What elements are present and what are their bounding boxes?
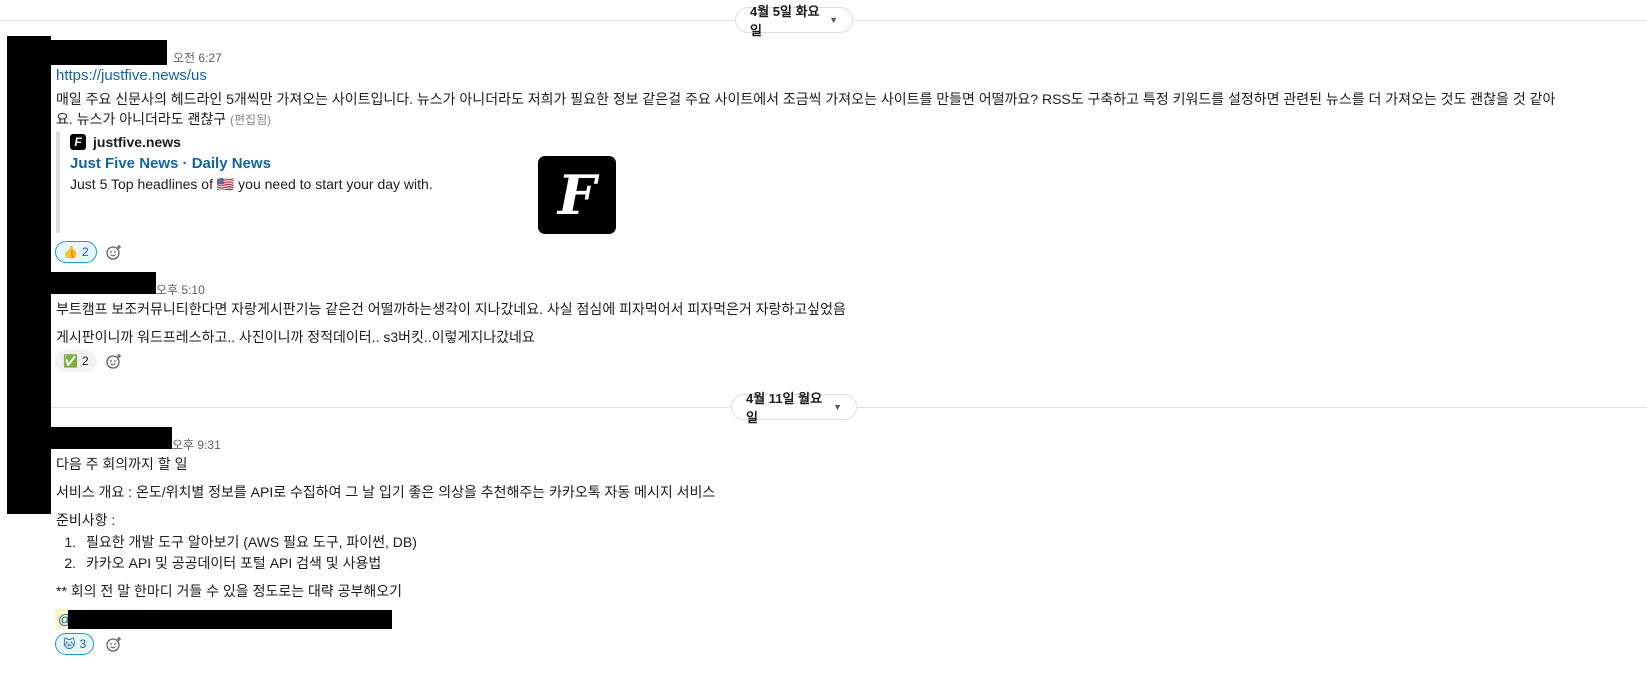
message-text-continued: 요. 뉴스가 아니더라도 괜찮구 (편집됨) [56, 109, 271, 129]
date-divider-button[interactable]: 4월 5일 화요일 ▼ [735, 4, 853, 38]
message-timestamp[interactable]: 오후 5:10 [156, 281, 205, 298]
list-item: 2. 카카오 API 및 공공데이터 포털 API 검색 및 사용법 [50, 553, 381, 573]
list-item-text: 카카오 API 및 공공데이터 포털 API 검색 및 사용법 [86, 555, 382, 571]
message-text: ** 회의 전 말 한마디 거들 수 있을 정도로는 대략 공부해오기 [56, 583, 403, 599]
list-number: 1. [64, 534, 76, 550]
mention-redacted [68, 610, 392, 629]
chevron-down-icon: ▼ [829, 15, 838, 25]
unfurl-site-name[interactable]: justfive.news [93, 134, 181, 150]
message-text: 다음 주 회의까지 할 일 [56, 456, 188, 472]
justfive-logo-icon[interactable]: F [538, 156, 616, 234]
message-timestamp[interactable]: 오후 9:31 [172, 436, 221, 453]
reaction-check[interactable]: ✅ 2 [55, 350, 97, 372]
message-timestamp[interactable]: 오전 6:27 [173, 49, 222, 66]
unfurl-description: Just 5 Top headlines of 🇺🇸 you need to s… [70, 176, 433, 193]
unfurl-description-start: Just 5 Top headlines of [70, 176, 217, 192]
message-link[interactable]: https://justfive.news/us [56, 67, 207, 84]
list-item-text: 필요한 개발 도구 알아보기 (AWS 필요 도구, 파이썬, DB) [86, 534, 417, 550]
message-text: 준비사항 : [56, 512, 116, 528]
edited-label: (편집됨) [230, 113, 272, 127]
reaction-count: 2 [81, 245, 89, 259]
unfurl-description-end: you need to start your day with. [234, 176, 433, 192]
add-reaction-icon [106, 354, 121, 369]
reaction-count: 2 [81, 354, 89, 368]
logo-letter: F [557, 163, 597, 227]
list-item: 1. 필요한 개발 도구 알아보기 (AWS 필요 도구, 파이썬, DB) [50, 532, 417, 552]
reaction-count: 3 [79, 637, 87, 651]
avatar [7, 36, 51, 514]
cat-face-icon: 🐱 [63, 637, 76, 651]
reaction-thumbs-up[interactable]: 👍 2 [55, 241, 97, 263]
justfive-favicon-icon: F [70, 134, 86, 150]
unfurl-border [56, 131, 60, 233]
unfurl-title-link[interactable]: Just Five News · Daily News [70, 155, 271, 172]
sender-name[interactable] [51, 40, 167, 65]
date-divider-label: 4월 5일 화요일 [750, 4, 820, 38]
message-text: 게시판이니까 워드프레스하고.. 사진이니까 정적데이터.. s3버킷..이렇게… [56, 329, 535, 345]
add-reaction-button[interactable] [102, 241, 126, 263]
chevron-down-icon: ▼ [833, 402, 842, 412]
add-reaction-button[interactable] [102, 350, 126, 372]
check-mark-icon: ✅ [63, 354, 78, 368]
add-reaction-icon [106, 245, 121, 260]
message-text: 매일 주요 신문사의 헤드라인 5개씩만 가져오는 사이트입니다. 뉴스가 아니… [56, 91, 1556, 107]
add-reaction-button[interactable] [102, 633, 126, 655]
message-text: 부트캠프 보조커뮤니티한다면 자랑게시판기능 같은건 어떨까하는생각이 지나갔네… [56, 301, 846, 317]
us-flag-icon: 🇺🇸 [216, 176, 235, 192]
message-text-line2: 요. 뉴스가 아니더라도 괜찮구 [56, 111, 227, 127]
list-number: 2. [64, 555, 76, 571]
add-reaction-icon [106, 637, 121, 652]
message-text: 서비스 개요 : 온도/위치별 정보를 API로 수집하여 그 날 입기 좋은 … [56, 484, 716, 500]
date-divider-label: 4월 11일 월요일 [746, 391, 823, 425]
date-divider-button[interactable]: 4월 11일 월요일 ▼ [731, 391, 857, 425]
sender-name[interactable] [51, 427, 172, 449]
thumbs-up-icon: 👍 [63, 245, 78, 259]
sender-name[interactable] [51, 272, 156, 294]
reaction-cat[interactable]: 🐱 3 [55, 633, 95, 655]
